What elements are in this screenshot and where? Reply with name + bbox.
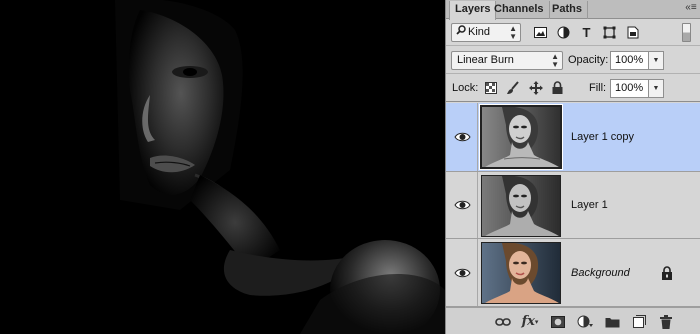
blend-mode-select[interactable]: Linear Burn ▲ ▼ xyxy=(451,51,563,70)
document-canvas[interactable] xyxy=(0,0,445,334)
panel-menu-icon[interactable]: «≡ xyxy=(684,2,698,16)
search-icon xyxy=(456,24,468,41)
chevron-updown-icon: ▲ ▼ xyxy=(551,52,559,69)
opacity-input[interactable]: 100% xyxy=(610,51,649,70)
fill-input[interactable]: 100% xyxy=(610,79,649,98)
lock-position-icon[interactable] xyxy=(527,79,544,96)
image-filter-icon[interactable] xyxy=(532,24,549,41)
fx-label: fx xyxy=(521,314,535,329)
tab-paths[interactable]: Paths xyxy=(547,1,588,19)
lock-transparent-pixels-icon[interactable] xyxy=(482,79,499,96)
eye-icon[interactable] xyxy=(454,197,471,213)
layers-footer-toolbar: fx ▾ xyxy=(446,307,700,334)
adjustment-layer-icon[interactable] xyxy=(576,313,594,330)
layer-row-layer-1[interactable]: Layer 1 xyxy=(446,172,700,239)
opacity-label: Opacity: xyxy=(568,54,609,66)
canvas-image xyxy=(0,0,445,334)
layer-thumbnail[interactable] xyxy=(481,242,561,304)
layer-row-layer-1-copy[interactable]: Layer 1 copy xyxy=(446,103,700,172)
lock-row: Lock: Fill: 100% ▼ xyxy=(446,75,700,102)
chevron-updown-icon: ▲ ▼ xyxy=(509,24,517,41)
layer-thumbnail[interactable] xyxy=(481,175,561,237)
layer-thumbnail[interactable] xyxy=(480,105,562,169)
add-mask-icon[interactable] xyxy=(549,313,567,330)
lock-icon xyxy=(662,265,672,280)
adjustment-filter-icon[interactable] xyxy=(555,24,572,41)
filter-row: Kind ▲ ▼ T xyxy=(446,20,700,46)
shape-filter-icon[interactable] xyxy=(601,24,618,41)
blend-mode-value: Linear Burn xyxy=(457,54,514,66)
lock-label: Lock: xyxy=(452,82,479,94)
layer-name[interactable]: Layer 1 copy xyxy=(571,130,634,144)
eye-icon[interactable] xyxy=(454,265,471,281)
delete-layer-icon[interactable] xyxy=(657,313,675,330)
layers-panel: Layers Channels Paths «≡ Kind ▲ ▼ T Linea… xyxy=(445,0,700,334)
smart-object-filter-icon[interactable] xyxy=(624,24,641,41)
layer-name[interactable]: Layer 1 xyxy=(571,198,608,212)
fill-label: Fill: xyxy=(589,82,607,94)
link-layers-icon[interactable] xyxy=(494,313,512,330)
fill-dropdown-button[interactable]: ▼ xyxy=(649,79,664,98)
new-group-icon[interactable] xyxy=(603,313,621,330)
type-filter-icon[interactable]: T xyxy=(578,24,595,41)
panel-tab-bar: Layers Channels Paths «≡ xyxy=(446,0,700,20)
fx-icon[interactable]: fx ▾ xyxy=(521,313,539,330)
lock-all-icon[interactable] xyxy=(549,79,566,96)
filter-toggle-switch[interactable] xyxy=(682,23,691,42)
lock-image-pixels-icon[interactable] xyxy=(504,79,521,96)
layer-name[interactable]: Background xyxy=(571,266,630,280)
kind-label: Kind xyxy=(468,26,491,38)
new-layer-icon[interactable] xyxy=(630,313,648,330)
blend-row: Linear Burn ▲ ▼ Opacity: 100% ▼ xyxy=(446,47,700,74)
kind-filter-select[interactable]: Kind ▲ ▼ xyxy=(451,23,521,42)
opacity-dropdown-button[interactable]: ▼ xyxy=(649,51,664,70)
tab-channels[interactable]: Channels xyxy=(489,1,550,19)
layer-row-background[interactable]: Background xyxy=(446,239,700,307)
eye-icon[interactable] xyxy=(454,129,471,145)
